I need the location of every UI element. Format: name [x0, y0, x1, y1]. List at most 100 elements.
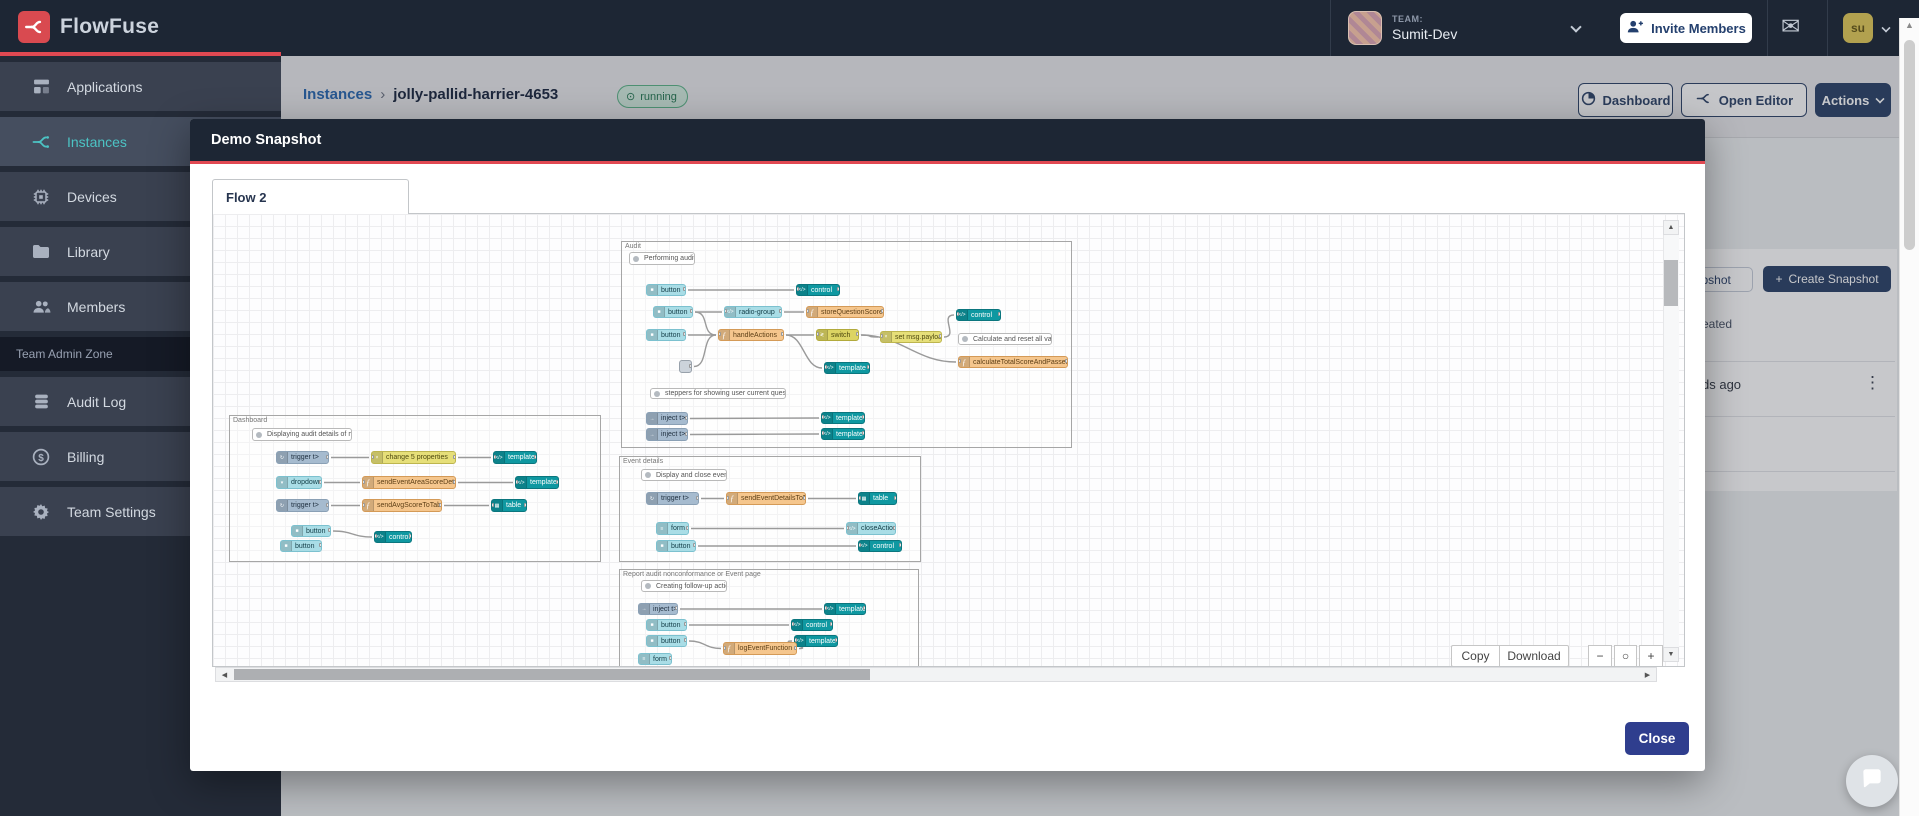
app-title: FlowFuse — [60, 15, 160, 38]
node-output-port — [683, 287, 685, 291]
node-type-icon: ↻ — [277, 452, 288, 463]
team-name[interactable]: Sumit-Dev — [1392, 26, 1457, 42]
flow-node-table: ▦ table — [491, 499, 527, 512]
scroll-right-icon[interactable]: ▶ — [1639, 668, 1656, 681]
browser-scrollbar[interactable]: ▲ — [1899, 18, 1919, 816]
node-output-port — [690, 309, 692, 313]
node-output-port — [803, 495, 805, 500]
flow-canvas[interactable]: Copy Download − ○ + ▲ ▼ Audit Dashboard Ev… — [212, 213, 1685, 667]
download-button[interactable]: Download — [1499, 645, 1569, 666]
node-output-port — [794, 645, 796, 650]
node-output-port — [689, 363, 691, 368]
node-label: template — [839, 364, 866, 372]
node-label: change 5 properties — [386, 454, 448, 461]
node-output-port — [830, 622, 832, 626]
invite-members-button[interactable]: Invite Members — [1620, 13, 1752, 43]
folder-icon — [30, 244, 52, 259]
node-output-port — [781, 332, 783, 336]
node-input-port — [957, 312, 959, 316]
node-label: template — [836, 414, 863, 422]
close-button[interactable]: Close — [1625, 722, 1689, 755]
node-type-icon: ■ — [647, 636, 658, 646]
flow-node-inject-t: → inject t> — [646, 412, 688, 425]
canvas-horizontal-scrollbar[interactable]: ◀ ▶ — [215, 667, 1657, 682]
zoom-reset-button[interactable]: ○ — [1614, 645, 1637, 666]
node-output-port — [686, 525, 688, 530]
flow-node-storequestionscore: ƒ storeQuestionScore — [806, 306, 884, 318]
node-label: button — [661, 621, 681, 629]
node-label: Calculate and reset all variable — [973, 335, 1052, 343]
node-label: Displaying audit details of month — [267, 431, 351, 438]
flow-node-trigger-t: ↻ trigger t> — [646, 492, 699, 505]
scrollbar-thumb[interactable] — [1904, 40, 1915, 250]
node-type-icon: → — [647, 413, 658, 424]
user-chevron-down-icon[interactable] — [1881, 23, 1891, 33]
nav-divider — [1827, 0, 1828, 56]
node-input-port — [822, 415, 824, 419]
canvas-vertical-scrollbar[interactable]: ▲ ▼ — [1663, 220, 1679, 662]
node-type-icon: ■ — [281, 541, 292, 551]
node-label: template — [809, 637, 836, 645]
accent-red-line — [0, 52, 281, 56]
flow-node-table: ▦ table — [858, 492, 897, 505]
node-label: closeAction — [861, 525, 896, 532]
node-input-port — [363, 479, 365, 484]
tab-flow-2[interactable]: Flow 2 — [212, 179, 409, 214]
sidebar-item-label: Billing — [67, 448, 105, 465]
people-icon — [30, 299, 52, 314]
mail-icon[interactable]: ✉ — [1781, 13, 1800, 40]
team-avatar[interactable] — [1348, 11, 1382, 45]
flow-node-form: ≡ form — [638, 653, 672, 665]
node-type-icon: → — [647, 429, 658, 440]
node-label: sendEventDetailsToTable — [741, 495, 805, 502]
node-input-port — [881, 334, 883, 338]
node-output-port — [669, 656, 671, 660]
node-label: logEventFunction — [738, 645, 793, 652]
node-input-port — [959, 359, 961, 363]
hscroll-thumb[interactable] — [234, 669, 870, 680]
team-chevron-down-icon[interactable] — [1570, 21, 1582, 33]
demo-snapshot-modal: Demo Snapshot Flow 2 Copy Download − ○ +… — [190, 119, 1705, 771]
flow-node-performing-audit: Performing audit — [629, 252, 695, 265]
node-type-icon: ■ — [647, 620, 658, 630]
app-logo[interactable]: FlowFuse — [18, 11, 159, 43]
node-label: Performing audit — [644, 255, 695, 262]
svg-text:$: $ — [38, 452, 44, 463]
zoom-in-button[interactable]: + — [1639, 645, 1663, 666]
flow-node-control: </> control — [796, 284, 840, 296]
flow-node-template: </> template — [794, 635, 838, 647]
node-input-port — [807, 309, 809, 313]
flow-node-sendeventdetailstotable: ƒsendEventDetailsToTable — [726, 492, 806, 505]
node-output-port — [1065, 359, 1067, 363]
flow-node-handleactions: ƒ handleActions — [718, 329, 784, 341]
node-label: button — [661, 286, 681, 294]
node-input-port — [494, 454, 496, 459]
gear-icon — [30, 503, 52, 521]
scroll-left-icon[interactable]: ◀ — [216, 668, 233, 681]
scroll-up-icon[interactable]: ▲ — [1663, 220, 1679, 235]
copy-button[interactable]: Copy — [1451, 645, 1499, 666]
node-output-port — [862, 431, 864, 435]
scroll-down-icon[interactable]: ▼ — [1663, 647, 1679, 662]
flow-node-form: ≡ form — [656, 522, 689, 535]
node-type-icon: ■ — [654, 307, 665, 317]
node-label: table — [506, 502, 522, 509]
scrollbar-up-icon[interactable]: ▲ — [1900, 20, 1919, 30]
zoom-out-button[interactable]: − — [1588, 645, 1612, 666]
sidebar-item-label: Instances — [67, 133, 127, 150]
node-label: Display and close events — [656, 471, 727, 479]
comment-icon — [959, 334, 970, 344]
user-avatar[interactable]: su — [1843, 13, 1873, 43]
node-label: switch — [831, 331, 851, 339]
node-input-port — [847, 525, 849, 530]
modal-accent-line — [190, 161, 1705, 164]
node-label: inject t> — [661, 415, 686, 422]
flowfuse-logo-icon — [18, 11, 50, 43]
node-output-port — [409, 534, 411, 538]
chat-widget-button[interactable] — [1846, 755, 1898, 807]
sidebar-item-applications[interactable]: Applications — [0, 62, 281, 111]
flow-node-calculatetotalscoreandpassedaudit: ƒcalculateTotalScoreAndPassedAudit — [958, 356, 1068, 368]
node-label: template — [530, 479, 557, 486]
flow-node-control: </> control — [374, 531, 412, 543]
vscroll-thumb[interactable] — [1664, 260, 1678, 306]
